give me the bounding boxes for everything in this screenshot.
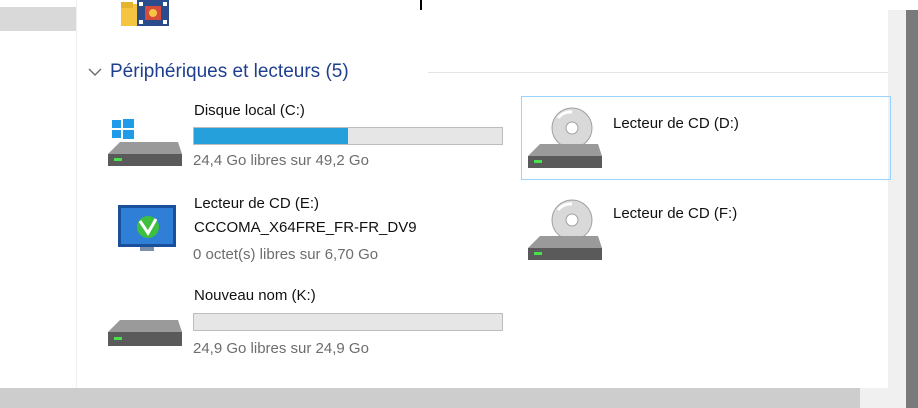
vertical-scrollbar-thumb[interactable]: [906, 10, 918, 408]
free-space-text: 24,4 Go libres sur 49,2 Go: [193, 152, 369, 169]
free-space-text: 24,9 Go libres sur 24,9 Go: [193, 340, 369, 357]
navigation-selected-item[interactable]: [0, 7, 76, 31]
group-title: Périphériques et lecteurs (5): [110, 61, 349, 82]
pane-divider: [76, 0, 77, 388]
text-cursor: [420, 0, 422, 10]
hdd-icon: [108, 320, 182, 346]
windows-hdd-icon: [108, 119, 182, 166]
videos-folder-icon[interactable]: [121, 0, 171, 30]
chevron-down-icon[interactable]: [86, 63, 104, 81]
cd-drive-icon: [528, 107, 602, 168]
horizontal-scrollbar-track[interactable]: [860, 388, 888, 408]
capacity-bar: [193, 127, 503, 145]
free-space-text: 0 octet(s) libres sur 6,70 Go: [193, 246, 379, 263]
capacity-bar-fill: [194, 128, 348, 144]
navigation-pane[interactable]: [0, 0, 76, 388]
capacity-bar: [193, 313, 503, 331]
horizontal-scrollbar-thumb[interactable]: [0, 388, 860, 408]
drive-name: Lecteur de CD (F:): [613, 205, 738, 222]
drive-name: Disque local (C:): [194, 102, 305, 119]
drive-name: Nouveau nom (K:): [194, 287, 316, 304]
volume-label: CCCOMA_X64FRE_FR-FR_DV9: [194, 219, 417, 236]
devices-group-header[interactable]: Périphériques et lecteurs (5): [86, 58, 349, 86]
cd-drive-icon: [528, 199, 602, 260]
drive-name: Lecteur de CD (E:): [194, 195, 320, 212]
drive-name: Lecteur de CD (D:): [613, 115, 739, 132]
dvd-setup-icon: [118, 205, 176, 251]
group-divider: [428, 72, 888, 73]
